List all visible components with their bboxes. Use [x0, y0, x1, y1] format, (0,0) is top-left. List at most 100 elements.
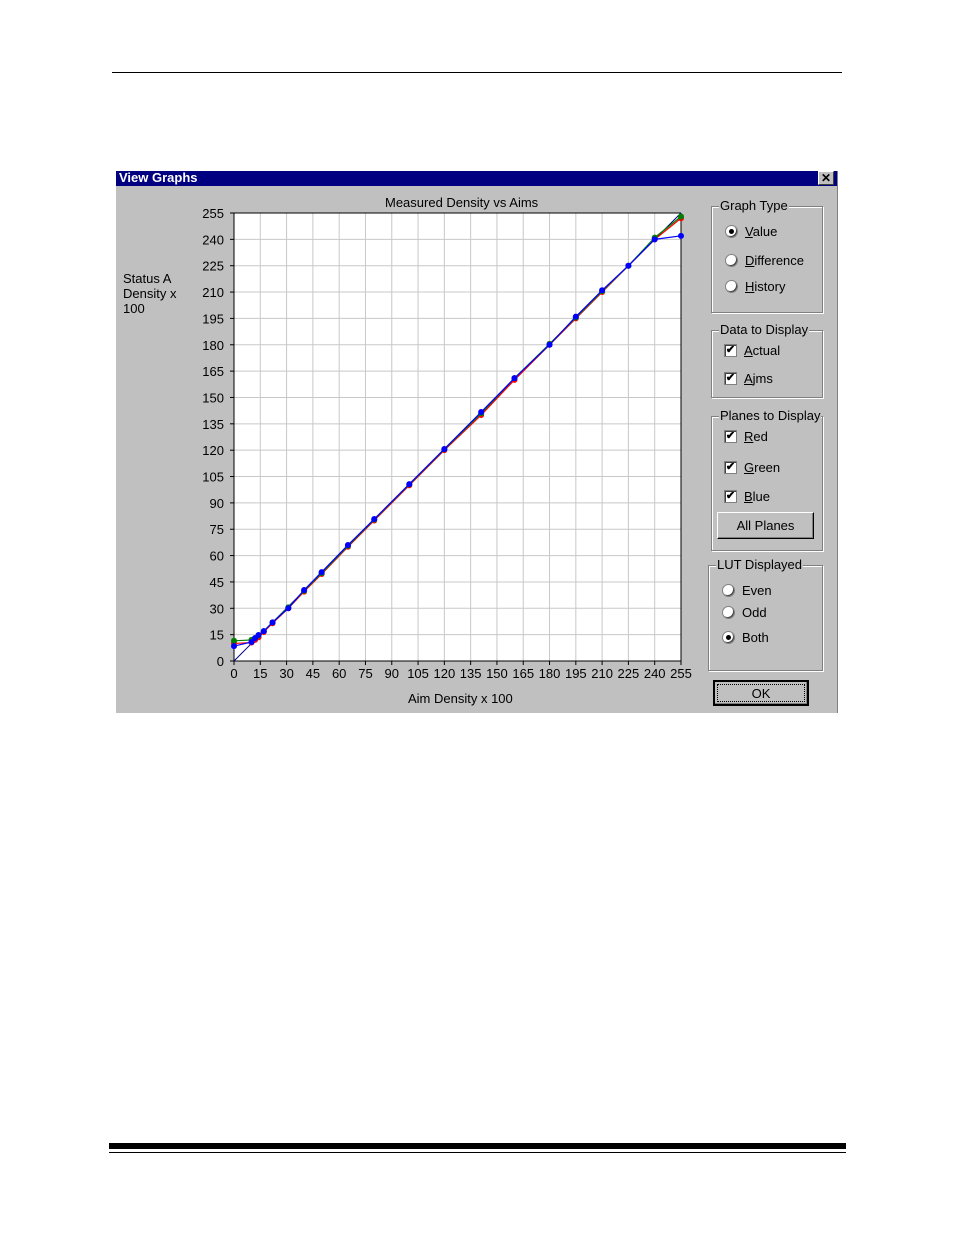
x-tick-label: 240 [644, 666, 666, 681]
x-tick-label: 225 [618, 666, 640, 681]
footer-rule-thick [109, 1143, 846, 1149]
y-tick-label: 90 [210, 496, 224, 511]
radio-icon [725, 254, 738, 267]
y-tick-label: 60 [210, 549, 224, 564]
window-title: View Graphs [119, 170, 198, 185]
y-tick-label: 75 [210, 522, 224, 537]
option-label: Both [742, 630, 769, 645]
data-point [546, 341, 553, 348]
ok-button[interactable]: OK [713, 680, 809, 706]
radio-icon [722, 631, 735, 644]
option-label: Value [745, 224, 778, 239]
radio-both[interactable]: Both [722, 630, 769, 645]
header-rule [112, 72, 842, 73]
data-point [301, 587, 308, 594]
x-tick-label: 135 [460, 666, 482, 681]
checkbox-icon: ✔ [724, 344, 737, 357]
data-point [318, 569, 325, 576]
checkbox-icon: ✔ [724, 372, 737, 385]
y-tick-label: 180 [202, 338, 224, 353]
data-point [441, 445, 448, 452]
radio-icon [725, 280, 738, 293]
x-tick-label: 195 [565, 666, 587, 681]
data-point [678, 213, 684, 220]
y-tick-label: 255 [202, 206, 224, 221]
x-tick-label: 45 [306, 666, 320, 681]
data-point [478, 409, 485, 416]
data-point [371, 516, 378, 523]
option-label: History [745, 279, 786, 294]
option-label: Ajms [744, 371, 773, 386]
planes-legend: Planes to Display [719, 408, 822, 423]
radio-icon [725, 225, 738, 238]
data-point [651, 236, 658, 243]
option-label: Difference [745, 253, 805, 268]
x-tick-label: 90 [385, 666, 399, 681]
data-point [406, 481, 413, 488]
y-tick-label: 150 [202, 390, 224, 405]
data-point [255, 631, 262, 638]
all-planes-button[interactable]: All Planes [717, 512, 814, 539]
y-tick-label: 15 [210, 628, 224, 643]
checkbox-red[interactable]: ✔ Red [724, 429, 768, 444]
data-point [231, 637, 237, 644]
y-tick-label: 105 [202, 470, 224, 485]
y-tick-label: 0 [217, 654, 224, 669]
checkbox-actual[interactable]: ✔ Actual [724, 343, 780, 358]
data-point [285, 605, 292, 612]
y-tick-label: 135 [202, 417, 224, 432]
checkbox-icon: ✔ [724, 461, 737, 474]
x-tick-label: 165 [512, 666, 534, 681]
option-label: Actual [744, 343, 781, 358]
radio-odd[interactable]: Odd [722, 605, 767, 620]
data-point [511, 375, 518, 382]
lut-legend: LUT Displayed [716, 557, 804, 572]
radio-icon [722, 606, 735, 619]
y-tick-label: 45 [210, 575, 224, 590]
x-tick-label: 255 [670, 666, 692, 681]
data-point [344, 542, 351, 549]
x-tick-label: 210 [591, 666, 613, 681]
radio-even[interactable]: Even [722, 583, 772, 598]
radio-icon [722, 584, 735, 597]
x-tick-label: 120 [434, 666, 456, 681]
data-point [231, 643, 237, 650]
radio-difference[interactable]: Difference [725, 253, 804, 268]
option-label: Blue [744, 489, 771, 504]
checkbox-icon: ✔ [724, 490, 737, 503]
data-point [625, 262, 632, 269]
y-tick-label: 240 [202, 232, 224, 247]
option-label: Even [742, 583, 772, 598]
checkbox-blue[interactable]: ✔ Blue [724, 489, 770, 504]
y-tick-label: 195 [202, 311, 224, 326]
option-label: Red [744, 429, 768, 444]
data-point [260, 628, 267, 635]
data-to-display-legend: Data to Display [719, 322, 810, 337]
density-chart: 0 15 30 45 60 75 90 105 120 135 150 165 180 195 210 225… [202, 206, 692, 681]
graph-type-group: Graph Type Value Difference History [711, 198, 823, 313]
radio-history[interactable]: History [725, 279, 785, 294]
data-point [269, 619, 276, 626]
option-label: Green [744, 460, 781, 475]
checkbox-aims[interactable]: ✔ Ajms [724, 371, 773, 386]
y-tick-label: 210 [202, 285, 224, 300]
footer-rule-thin [109, 1152, 846, 1153]
option-label: Odd [742, 605, 767, 620]
close-icon[interactable]: ✕ [818, 171, 834, 185]
planes-group: Planes to Display ✔ Red ✔ Green ✔ Blue All … [711, 408, 823, 551]
title-bar: View Graphs ✕ [116, 171, 837, 186]
data-to-display-group: Data to Display ✔ Actual ✔ Ajms [711, 322, 823, 398]
x-tick-label: 150 [486, 666, 508, 681]
y-tick-label: 165 [202, 364, 224, 379]
checkbox-green[interactable]: ✔ Green [724, 460, 780, 475]
data-point [599, 287, 606, 294]
x-tick-label: 75 [358, 666, 372, 681]
checkbox-icon: ✔ [724, 430, 737, 443]
y-tick-label: 120 [202, 443, 224, 458]
lut-group: LUT Displayed Even Odd Both [708, 557, 823, 671]
radio-value[interactable]: Value [725, 224, 777, 239]
graph-type-legend: Graph Type [719, 198, 789, 213]
x-tick-label: 30 [279, 666, 293, 681]
x-tick-label: 60 [332, 666, 346, 681]
y-tick-label: 30 [210, 601, 224, 616]
